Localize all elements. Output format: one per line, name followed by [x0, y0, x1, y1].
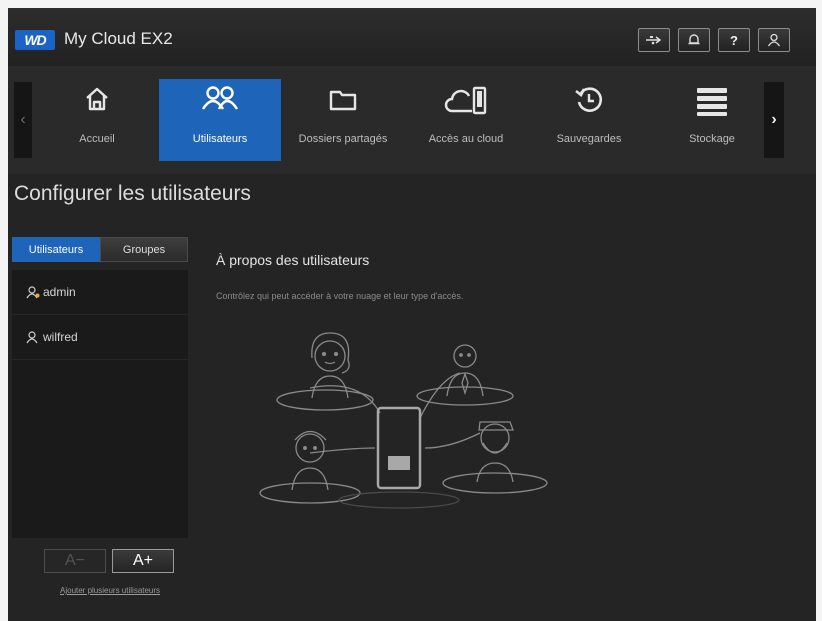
nav-item-utilisateurs[interactable]: Utilisateurs	[159, 79, 281, 161]
user-icon	[767, 33, 781, 47]
wd-logo: WD	[15, 30, 55, 50]
list-item[interactable]: wilfred	[12, 315, 188, 360]
nav-label: Sauvegardes	[556, 133, 622, 145]
user-name: admin	[43, 285, 76, 299]
user-tabs: Utilisateurs Groupes	[12, 237, 188, 262]
nav-prev-arrow[interactable]: ‹	[14, 82, 32, 158]
home-icon	[86, 87, 108, 111]
remove-user-button[interactable]: A−	[44, 549, 106, 573]
nav-item-stockage[interactable]: Stockage	[651, 79, 773, 161]
nav-item-accueil[interactable]: Accueil	[36, 79, 158, 161]
account-button[interactable]	[758, 28, 790, 52]
usb-button[interactable]	[638, 28, 670, 52]
nav-label: Accès au cloud	[428, 133, 504, 145]
nav-label: Utilisateurs	[192, 133, 248, 145]
tab-utilisateurs[interactable]: Utilisateurs	[12, 237, 100, 262]
user-buttons: A− A+	[44, 549, 174, 573]
nav-item-dossiers-partages[interactable]: Dossiers partagés	[282, 79, 404, 161]
add-multiple-users-link[interactable]: Ajouter plusieurs utilisateurs	[60, 586, 160, 595]
help-icon: ?	[730, 33, 738, 47]
tab-groupes[interactable]: Groupes	[100, 237, 188, 262]
page-title: Configurer les utilisateurs	[14, 182, 251, 205]
nav-item-acces-cloud[interactable]: Accès au cloud	[405, 79, 527, 161]
main-nav: ‹ Accueil Utilisateurs Dossiers partagés	[8, 66, 816, 174]
svg-text:?: ?	[730, 33, 738, 47]
user-icon	[26, 330, 38, 343]
bell-icon	[688, 34, 700, 45]
product-name: My Cloud EX2	[64, 29, 173, 48]
nav-label: Dossiers partagés	[298, 133, 388, 145]
folder-icon	[329, 90, 357, 111]
nav-label: Stockage	[689, 133, 735, 145]
cloud-device-icon	[444, 86, 487, 115]
about-description: Contrôlez qui peut accéder à votre nuage…	[216, 291, 464, 301]
users-illustration	[259, 332, 548, 509]
about-title: À propos des utilisateurs	[216, 252, 370, 268]
admin-user-icon	[26, 285, 40, 298]
alerts-button[interactable]	[678, 28, 710, 52]
user-list: admin wilfred	[12, 270, 188, 538]
storage-icon	[697, 88, 727, 116]
add-user-button[interactable]: A+	[112, 549, 174, 573]
nav-item-sauvegardes[interactable]: Sauvegardes	[528, 79, 650, 161]
help-button[interactable]: ?	[718, 28, 750, 52]
nav-next-arrow[interactable]: ›	[764, 82, 784, 158]
usb-icon	[646, 36, 662, 45]
backup-icon	[575, 87, 603, 112]
top-bar: WD My Cloud EX2 ?	[8, 8, 816, 67]
top-icons: ?	[638, 28, 790, 52]
nav-label: Accueil	[79, 133, 115, 145]
users-icon	[201, 86, 239, 110]
list-item[interactable]: admin	[12, 270, 188, 315]
app-window: WD My Cloud EX2 ? ‹ Accueil Utilisateurs…	[8, 8, 816, 621]
user-name: wilfred	[43, 330, 78, 344]
